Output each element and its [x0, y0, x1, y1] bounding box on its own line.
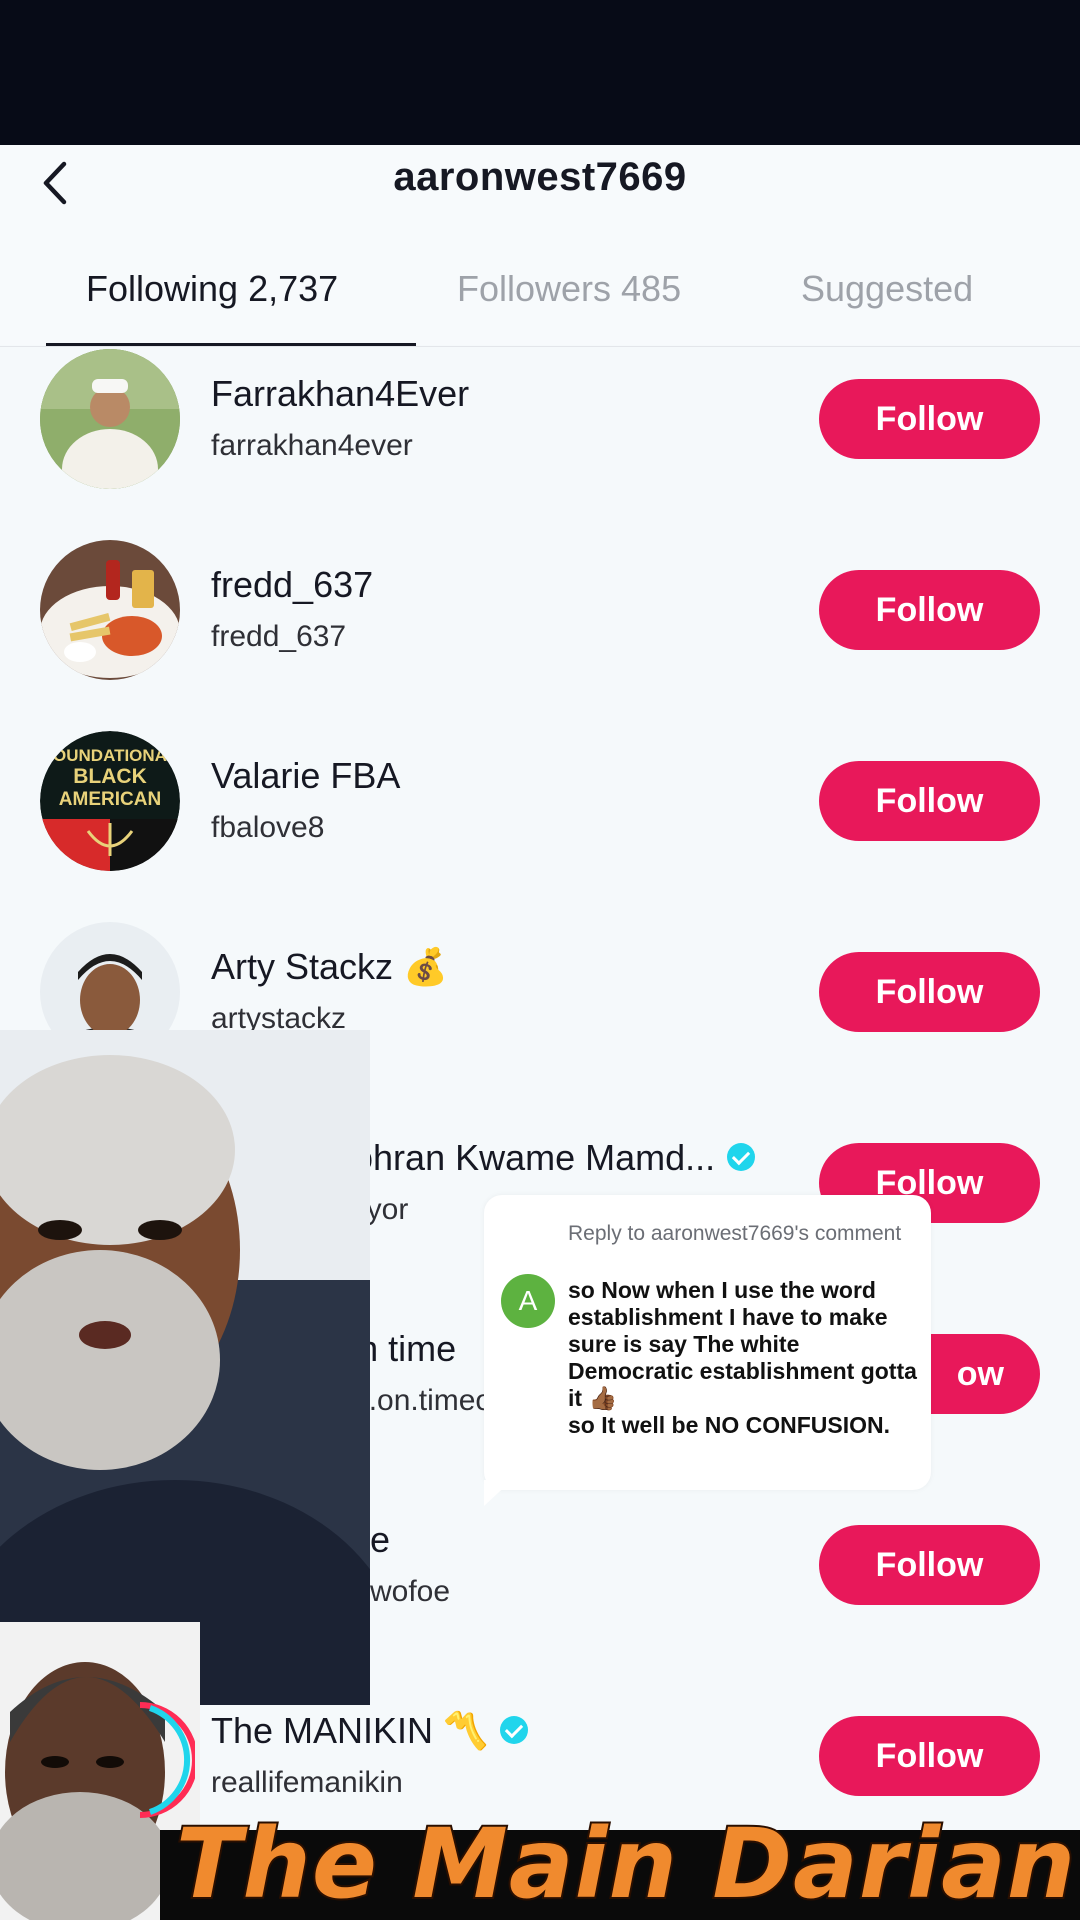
story-ring-icon: [139, 1702, 195, 1818]
follow-button[interactable]: Follow: [819, 1525, 1040, 1605]
verified-badge-icon: [499, 1716, 528, 1745]
reply-comment-sticker[interactable]: Reply to aaronwest7669's comment A so No…: [484, 1195, 931, 1490]
user-handle: reallifemanikin: [211, 1766, 403, 1799]
fba-logo-text-3: AMERICAN: [59, 789, 161, 810]
tab-followers[interactable]: Followers 485: [457, 268, 681, 310]
page-title: aaronwest7669: [393, 155, 687, 199]
follow-button[interactable]: Follow: [819, 1716, 1040, 1796]
tab-suggested[interactable]: Suggested: [801, 268, 973, 310]
verified-badge-icon: [727, 1143, 756, 1172]
user-handle: wofoe: [370, 1575, 451, 1608]
fba-logo-text-1: FOUNDATIONAL: [43, 746, 178, 765]
user-handle: fredd_637: [211, 620, 347, 653]
reply-avatar: A: [501, 1274, 555, 1328]
reply-header: Reply to aaronwest7669's comment: [568, 1222, 902, 1245]
avatar-image: [40, 349, 180, 489]
fba-logo: FOUNDATIONAL BLACK AMERICAN: [40, 731, 180, 871]
user-name[interactable]: Farrakhan4Ever: [211, 373, 469, 415]
reply-bubble-tail: [484, 1480, 512, 1506]
user-name[interactable]: The MANIKIN 〽️: [211, 1710, 528, 1752]
user-handle: fbalove8: [211, 811, 325, 844]
avatar[interactable]: FOUNDATIONAL BLACK AMERICAN: [40, 731, 180, 871]
reply-comment-text: so Now when I use the word establishment…: [568, 1277, 917, 1438]
follow-button[interactable]: Follow: [819, 761, 1040, 841]
list-item[interactable]: fredd_637 fredd_637 Follow: [0, 538, 1080, 729]
creator-video-frame: [0, 1030, 370, 1705]
user-name[interactable]: Arty Stackz 💰: [211, 946, 448, 988]
user-handle: farrakhan4ever: [211, 429, 413, 462]
status-bar-area: [0, 0, 1080, 145]
brand-watermark: The Main Darian: [174, 1806, 1077, 1920]
user-name[interactable]: Valarie FBA: [211, 755, 400, 797]
user-name[interactable]: fredd_637: [211, 564, 373, 606]
user-name[interactable]: e: [370, 1519, 390, 1561]
follow-button[interactable]: Follow: [819, 952, 1040, 1032]
tab-following[interactable]: Following 2,737: [86, 268, 338, 310]
creator-video-overlay[interactable]: [0, 1030, 370, 1705]
avatar-image: [40, 540, 180, 680]
list-item[interactable]: FOUNDATIONAL BLACK AMERICAN Valarie FBA …: [0, 729, 1080, 920]
follow-button[interactable]: Follow: [819, 570, 1040, 650]
follow-button[interactable]: Follow: [819, 379, 1040, 459]
list-item[interactable]: Farrakhan4Ever farrakhan4ever Follow: [0, 347, 1080, 538]
fba-logo-text-2: BLACK: [73, 765, 147, 788]
avatar[interactable]: [40, 349, 180, 489]
avatar[interactable]: [40, 540, 180, 680]
